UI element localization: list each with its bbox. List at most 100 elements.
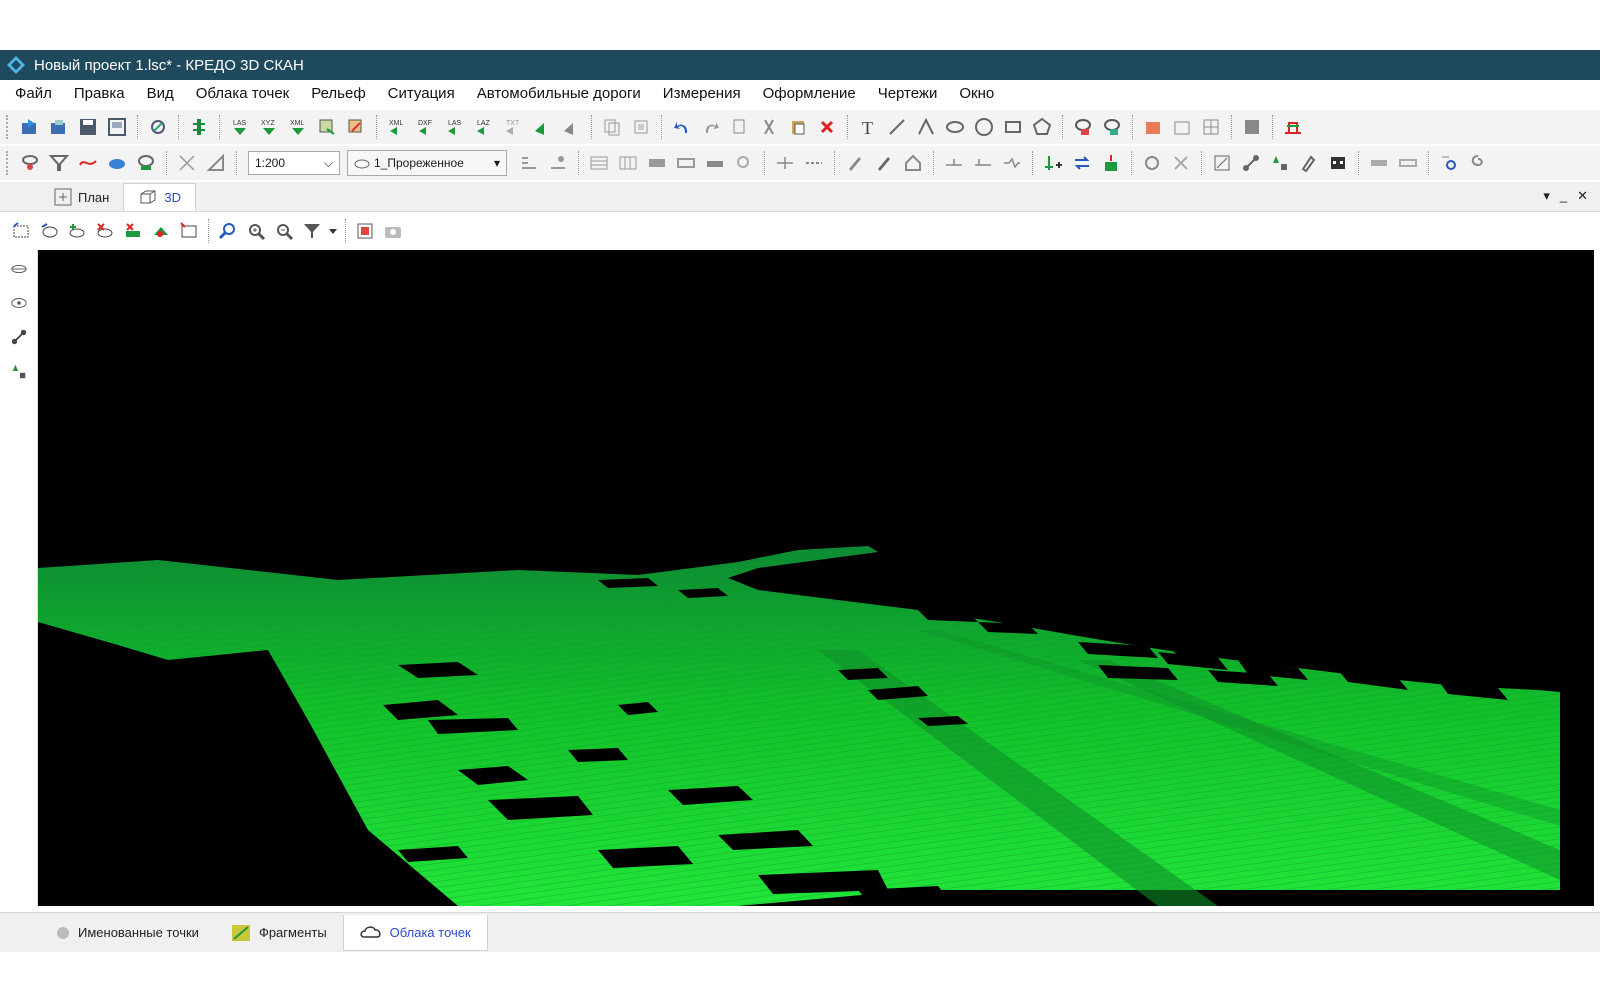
node-path-icon[interactable] [6, 324, 32, 350]
import-button[interactable] [46, 114, 72, 140]
filter-icon[interactable] [299, 218, 325, 244]
toolbar-grip-2[interactable] [6, 151, 12, 175]
ellipse-tool-icon[interactable] [942, 114, 968, 140]
pencil-fill-icon[interactable] [871, 150, 897, 176]
hide-cloud-icon[interactable] [6, 256, 32, 282]
section-icon[interactable] [174, 150, 200, 176]
table-icon-4[interactable] [673, 150, 699, 176]
classify-icon[interactable] [148, 218, 174, 244]
funnel-icon[interactable] [46, 150, 72, 176]
menu-window[interactable]: Окно [948, 80, 1005, 108]
cloud-settings-icon[interactable] [1070, 114, 1096, 140]
clip-box-icon[interactable] [176, 218, 202, 244]
menu-measurements[interactable]: Измерения [652, 80, 752, 108]
toolbar-grip[interactable] [6, 115, 12, 139]
dash-icon[interactable] [801, 150, 827, 176]
pen-edit-icon[interactable] [1296, 150, 1322, 176]
angle-icon[interactable] [203, 150, 229, 176]
zoom-text-icon[interactable] [1436, 150, 1462, 176]
polygon-tool-icon[interactable] [1029, 114, 1055, 140]
export-dxf-button[interactable]: DXF [413, 114, 439, 140]
label-icon-2[interactable] [1395, 150, 1421, 176]
tab-3d[interactable]: 3D [123, 183, 196, 211]
save-as-button[interactable] [104, 114, 130, 140]
cloud-eye-icon[interactable] [6, 290, 32, 316]
import-raster-button[interactable] [343, 114, 369, 140]
scissors-icon[interactable] [1168, 150, 1194, 176]
export-laz-button[interactable]: LAZ [471, 114, 497, 140]
tree-button[interactable] [186, 114, 212, 140]
circle-tool-icon[interactable] [971, 114, 997, 140]
select-frame-icon[interactable] [8, 218, 34, 244]
polyline-tool-icon[interactable] [913, 114, 939, 140]
filter-dropdown-icon[interactable] [327, 218, 339, 244]
tab-point-clouds[interactable]: Облака точек [342, 914, 488, 951]
zoom-in-icon[interactable] [243, 218, 269, 244]
lasso-icon[interactable] [1139, 150, 1165, 176]
import-image-button[interactable] [314, 114, 340, 140]
menu-view[interactable]: Вид [136, 80, 185, 108]
viewport-3d[interactable] [38, 250, 1594, 906]
cloud-blue-icon[interactable] [104, 150, 130, 176]
text-tool-icon[interactable]: T [855, 114, 881, 140]
terrain-line-icon[interactable] [75, 150, 101, 176]
building-icon[interactable] [1325, 150, 1351, 176]
menu-roads[interactable]: Автомобильные дороги [466, 80, 652, 108]
table-icon-1[interactable] [586, 150, 612, 176]
paste-doc-button[interactable] [628, 114, 654, 140]
snap-icon[interactable] [772, 150, 798, 176]
open-project-button[interactable] [17, 114, 43, 140]
line-tool-icon[interactable] [884, 114, 910, 140]
save-button[interactable] [75, 114, 101, 140]
paste-icon[interactable] [785, 114, 811, 140]
stack-icon[interactable] [1098, 150, 1124, 176]
transfer-icon[interactable] [1069, 150, 1095, 176]
camera-icon[interactable] [380, 218, 406, 244]
pencil-icon[interactable] [842, 150, 868, 176]
menu-situation[interactable]: Ситуация [377, 80, 466, 108]
undo-icon[interactable] [669, 114, 695, 140]
road-icon[interactable] [702, 150, 728, 176]
scale-select[interactable]: 1:200 ⌵ [248, 151, 340, 175]
minimize-icon[interactable]: _ [1560, 188, 1567, 204]
break-icon[interactable] [999, 150, 1025, 176]
grid-icon[interactable] [1198, 114, 1224, 140]
export-txt-button[interactable]: TXT [500, 114, 526, 140]
tree-point-side-icon[interactable] [6, 358, 32, 384]
menu-point-clouds[interactable]: Облака точек [185, 80, 301, 108]
cloud-green-icon[interactable] [133, 150, 159, 176]
delete-icon[interactable] [814, 114, 840, 140]
properties-button[interactable] [145, 114, 171, 140]
points-dots-icon[interactable] [545, 150, 571, 176]
import-xyz-button[interactable]: XYZ [256, 114, 282, 140]
menu-drawings[interactable]: Чертежи [867, 80, 949, 108]
close-icon[interactable]: ✕ [1577, 188, 1588, 204]
layer-grey-icon[interactable] [1169, 114, 1195, 140]
copy-icon[interactable] [727, 114, 753, 140]
tree-point-icon[interactable] [1267, 150, 1293, 176]
import-xml-button[interactable]: XML [285, 114, 311, 140]
lasso-select-icon[interactable] [1465, 150, 1491, 176]
cloud-filter-icon[interactable] [17, 150, 43, 176]
point-add-icon[interactable] [1040, 150, 1066, 176]
cloud-export-icon[interactable] [1099, 114, 1125, 140]
house-icon[interactable] [900, 150, 926, 176]
delete-points-icon[interactable] [120, 218, 146, 244]
import-las-button[interactable]: LAS [227, 114, 253, 140]
rectangle-tool-icon[interactable] [1000, 114, 1026, 140]
export-grey-button[interactable] [558, 114, 584, 140]
redo-icon[interactable] [698, 114, 724, 140]
menu-relief[interactable]: Рельеф [300, 80, 376, 108]
menu-design[interactable]: Оформление [752, 80, 867, 108]
expand-icon[interactable] [1209, 150, 1235, 176]
label-icon-1[interactable] [1366, 150, 1392, 176]
offset2-icon[interactable] [970, 150, 996, 176]
zoom-out-icon[interactable] [271, 218, 297, 244]
tab-named-points[interactable]: Именованные точки [40, 915, 215, 951]
export-green-button[interactable] [529, 114, 555, 140]
table-icon-2[interactable] [615, 150, 641, 176]
remove-cloud-icon[interactable] [92, 218, 118, 244]
menu-file[interactable]: Файл [4, 80, 63, 108]
tab-fragments[interactable]: Фрагменты [215, 915, 343, 951]
layer-select[interactable]: 1_Прореженное ▾ [347, 150, 507, 176]
